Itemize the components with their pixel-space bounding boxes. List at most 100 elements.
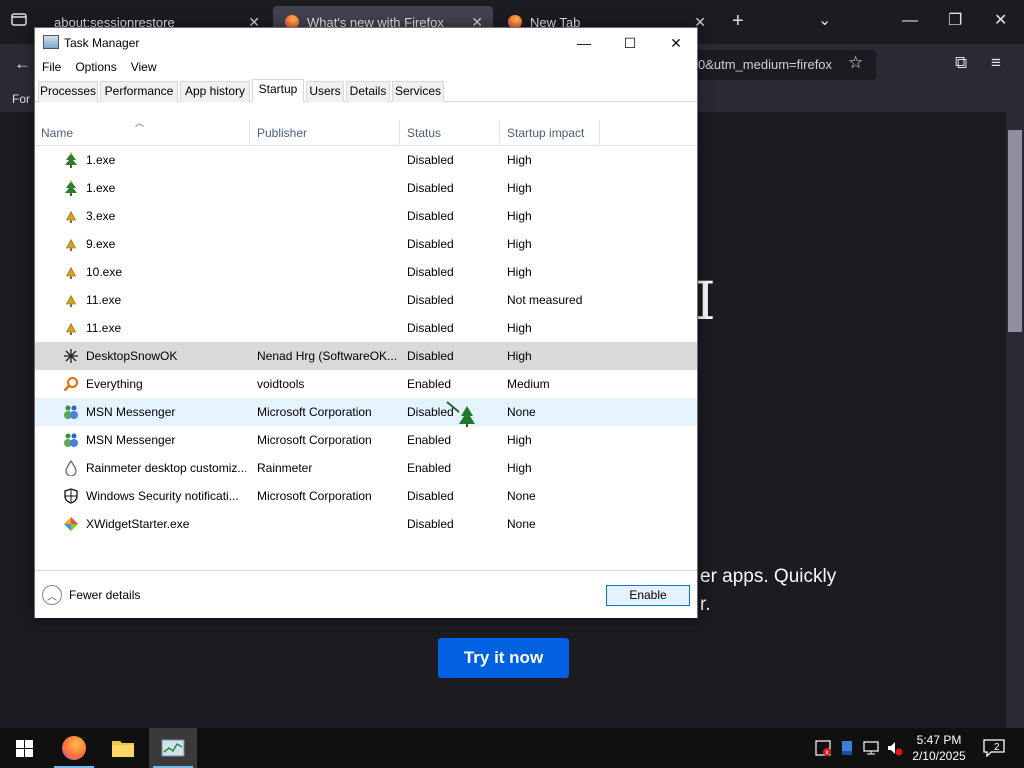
column-divider[interactable] — [249, 120, 250, 146]
startup-app-name: 1.exe — [86, 181, 116, 195]
fewer-details-toggle[interactable]: ︿ Fewer details — [42, 585, 140, 605]
table-row[interactable]: 1.exe Disabled High — [35, 146, 697, 174]
page-text-line1: er apps. Quickly — [700, 566, 837, 587]
restore-icon[interactable]: ❐ — [948, 10, 962, 32]
menu-view[interactable]: View — [124, 58, 164, 78]
startup-app-impact: High — [507, 461, 532, 475]
startup-app-impact: Medium — [507, 377, 550, 391]
table-row[interactable]: 9.exe Disabled High — [35, 230, 697, 258]
text-cursor-icon: I — [695, 272, 716, 332]
tab-app-history[interactable]: App history — [180, 81, 250, 102]
column-divider[interactable] — [599, 120, 600, 146]
startup-app-status: Enabled — [407, 461, 452, 475]
start-button[interactable] — [0, 728, 48, 768]
startup-app-publisher: Microsoft Corporation — [257, 489, 372, 503]
enable-button[interactable]: Enable — [606, 585, 690, 606]
startup-app-status: Disabled — [407, 349, 454, 363]
table-row-hovered[interactable]: MSN Messenger Microsoft Corporation Disa… — [35, 398, 697, 427]
column-status[interactable]: Status — [407, 126, 441, 140]
menu-options[interactable]: Options — [68, 58, 123, 78]
close-icon[interactable]: ✕ — [994, 10, 1007, 32]
startup-app-name: 1.exe — [86, 153, 116, 167]
column-publisher[interactable]: Publisher — [257, 126, 307, 140]
tree-small-icon — [63, 264, 79, 280]
column-name[interactable]: Name — [41, 126, 73, 140]
chevron-up-icon: ︿ — [42, 585, 62, 605]
extensions-icon[interactable]: ⧉ — [955, 53, 967, 73]
magnifier-icon — [63, 376, 79, 392]
column-startup-impact[interactable]: Startup impact — [507, 126, 584, 140]
taskbar-file-explorer[interactable] — [99, 728, 147, 768]
tab-performance[interactable]: Performance — [100, 81, 178, 102]
taskbar-firefox[interactable] — [50, 728, 98, 768]
table-row-selected[interactable]: DesktopSnowOK Nenad Hrg (SoftwareOK... D… — [35, 342, 697, 370]
table-row[interactable]: 1.exe Disabled High — [35, 174, 697, 202]
menu-hamburger-icon[interactable]: ≡ — [991, 53, 1001, 73]
security-warning-icon[interactable]: x — [812, 728, 834, 768]
startup-app-name: Windows Security notificati... — [86, 489, 239, 503]
column-divider[interactable] — [399, 120, 400, 146]
minimize-icon[interactable]: — — [902, 10, 918, 32]
tab-processes[interactable]: Processes — [38, 81, 98, 102]
tab-startup[interactable]: Startup — [252, 79, 304, 103]
bookmark-star-icon[interactable]: ☆ — [848, 53, 863, 73]
task-manager-app-icon — [43, 35, 59, 49]
table-row[interactable]: 11.exe Disabled High — [35, 314, 697, 342]
startup-app-name: MSN Messenger — [86, 433, 176, 447]
notification-center-icon[interactable]: 2 — [978, 728, 1010, 768]
window-title: Task Manager — [64, 36, 140, 50]
droplet-icon — [63, 460, 79, 476]
system-clock[interactable]: 5:47 PM 2/10/2025 — [906, 732, 972, 764]
table-row[interactable]: Rainmeter desktop customiz... Rainmeter … — [35, 454, 697, 482]
startup-app-name: 9.exe — [86, 237, 116, 251]
firefox-icon — [62, 736, 86, 760]
volume-muted-icon[interactable] — [884, 728, 906, 768]
title-bar[interactable]: Task Manager — ☐ ✕ — [35, 28, 697, 58]
table-row[interactable]: 10.exe Disabled High — [35, 258, 697, 286]
column-divider[interactable] — [499, 120, 500, 146]
sort-ascending-icon: ︿ — [135, 118, 145, 128]
startup-app-status: Disabled — [407, 237, 454, 251]
startup-app-status: Disabled — [407, 181, 454, 195]
tree-icon — [63, 152, 79, 168]
startup-app-publisher: Microsoft Corporation — [257, 405, 372, 419]
table-row[interactable]: Windows Security notificati... Microsoft… — [35, 482, 697, 510]
network-icon[interactable] — [860, 728, 882, 768]
svg-text:x: x — [825, 749, 829, 757]
table-row[interactable]: XWidgetStarter.exe Disabled None — [35, 510, 697, 538]
startup-app-status: Disabled — [407, 293, 454, 307]
table-row[interactable]: Everything voidtools Enabled Medium — [35, 370, 697, 398]
try-it-now-button[interactable]: Try it now — [438, 638, 569, 678]
page-scrollbar-thumb[interactable] — [1008, 130, 1022, 332]
menu-file[interactable]: File — [35, 58, 68, 78]
tab-services[interactable]: Services — [392, 81, 444, 102]
taskbar-task-manager[interactable] — [149, 728, 197, 768]
tab-list-icon[interactable] — [10, 10, 28, 35]
startup-app-name: Everything — [86, 377, 143, 391]
clock-date: 2/10/2025 — [912, 749, 966, 763]
url-text: 0&utm_medium=firefox — [698, 57, 833, 72]
startup-app-name: 10.exe — [86, 265, 123, 279]
bookmarks-text[interactable]: For — [12, 92, 30, 106]
close-button[interactable]: ✕ — [653, 28, 699, 58]
chevron-down-icon[interactable]: ⌄ — [818, 10, 831, 32]
startup-app-status: Disabled — [407, 265, 454, 279]
back-arrow-icon[interactable]: ← — [14, 54, 31, 74]
new-tab-icon[interactable]: + — [732, 10, 744, 32]
startup-app-impact: Not measured — [507, 293, 583, 307]
startup-app-publisher: voidtools — [257, 377, 305, 391]
startup-app-impact: High — [507, 265, 532, 279]
startup-app-status: Disabled — [407, 209, 454, 223]
tree-small-icon — [63, 208, 79, 224]
tab-details[interactable]: Details — [346, 81, 390, 102]
tab-users[interactable]: Users — [306, 81, 344, 102]
tree-small-icon — [63, 320, 79, 336]
startup-app-impact: None — [507, 405, 536, 419]
startup-list: ︿ Name Publisher Status Startup impact 1… — [35, 102, 697, 570]
table-row[interactable]: MSN Messenger Microsoft Corporation Enab… — [35, 426, 697, 454]
minimize-button[interactable]: — — [561, 28, 607, 58]
storage-icon[interactable] — [836, 728, 858, 768]
maximize-button[interactable]: ☐ — [607, 28, 653, 58]
table-row[interactable]: 3.exe Disabled High — [35, 202, 697, 230]
table-row[interactable]: 11.exe Disabled Not measured — [35, 286, 697, 314]
